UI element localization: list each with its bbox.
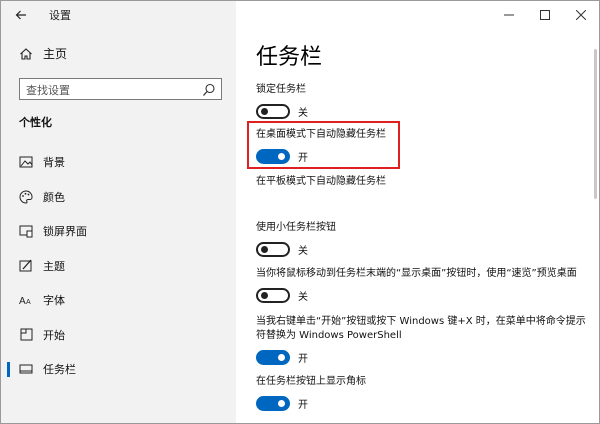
page-title: 任务栏 (256, 45, 323, 70)
sidebar-item-start[interactable]: 开始 (1, 318, 236, 353)
setting-label: 在平板模式下自动隐藏任务栏 (256, 176, 386, 187)
window-controls (491, 1, 599, 29)
svg-text:A: A (19, 296, 26, 306)
theme-icon (19, 259, 33, 273)
toggle-state-label: 关 (298, 108, 308, 119)
toggle-state-label: 开 (298, 400, 308, 411)
setting-small-buttons: 使用小任务栏按钮 关 (256, 221, 591, 257)
sidebar-item-label: 颜色 (43, 190, 65, 204)
section-title: 个性化 (19, 116, 52, 129)
back-button[interactable] (11, 5, 31, 25)
search-input[interactable] (24, 79, 203, 101)
setting-label: 当我右键单击“开始”按钮或按下 Windows 键+X 时，在菜单中将命令提示符… (256, 316, 586, 341)
sidebar-item-lock-screen[interactable]: 锁屏界面 (1, 214, 236, 249)
close-button[interactable] (563, 1, 599, 29)
main-content: 任务栏 锁定任务栏 关 在桌面模式下自动隐藏任务栏 开 在平板模式下自动隐藏任务… (236, 1, 599, 423)
toggle-state-label: 开 (298, 354, 308, 365)
search-icon[interactable] (202, 82, 216, 96)
titlebar: 设置 (1, 1, 236, 29)
toggle-state-label: 关 (298, 246, 308, 257)
start-icon (19, 328, 33, 342)
small-buttons-toggle[interactable] (256, 242, 290, 257)
home-icon (19, 47, 33, 61)
setting-badges: 在任务栏按钮上显示角标 开 (256, 375, 591, 411)
sidebar-item-label: 任务栏 (43, 363, 76, 377)
home-nav-item[interactable]: 主页 (19, 45, 67, 62)
sidebar-item-taskbar[interactable]: 任务栏 (1, 352, 236, 387)
powershell-toggle[interactable] (256, 350, 290, 365)
palette-icon (19, 190, 33, 204)
setting-label: 使用小任务栏按钮 (256, 222, 336, 233)
setting-label: 在任务栏按钮上显示角标 (256, 376, 366, 387)
highlight-box (247, 121, 400, 169)
image-icon (19, 155, 33, 169)
window-title: 设置 (49, 9, 71, 22)
sidebar-item-themes[interactable]: 主题 (1, 249, 236, 284)
font-icon: AA (19, 293, 33, 307)
maximize-icon (540, 10, 550, 20)
sidebar-item-label: 背景 (43, 156, 65, 170)
maximize-button[interactable] (527, 1, 563, 29)
minimize-button[interactable] (491, 1, 527, 29)
toggle-state-label: 关 (298, 292, 308, 303)
minimize-icon (504, 14, 514, 16)
lock-screen-icon (19, 224, 33, 238)
sidebar-item-fonts[interactable]: AA 字体 (1, 283, 236, 318)
sidebar-nav: 背景 颜色 锁屏界面 主题 A A 字体 开始 任务栏 (1, 145, 236, 387)
setting-label: 当你将鼠标移动到任务栏末端的“显示桌面”按钮时，使用“速览”预览桌面 (256, 268, 577, 279)
setting-powershell: 当我右键单击“开始”按钮或按下 Windows 键+X 时，在菜单中将命令提示符… (256, 315, 591, 365)
badges-toggle[interactable] (256, 396, 290, 411)
sidebar-item-label: 主题 (43, 259, 65, 273)
lock-taskbar-toggle[interactable] (256, 104, 290, 119)
setting-autohide-tablet: 在平板模式下自动隐藏任务栏 (256, 175, 591, 189)
setting-peek: 当你将鼠标移动到任务栏末端的“显示桌面”按钮时，使用“速览”预览桌面 关 (256, 267, 591, 303)
search-box[interactable] (19, 78, 222, 101)
home-label: 主页 (43, 47, 68, 61)
setting-lock-taskbar: 锁定任务栏 关 (256, 83, 591, 119)
close-icon (576, 10, 586, 20)
setting-label: 锁定任务栏 (256, 84, 306, 95)
taskbar-icon (19, 362, 33, 376)
sidebar-item-label: 字体 (43, 294, 65, 308)
sidebar-item-colors[interactable]: 颜色 (1, 180, 236, 215)
sidebar-item-label: 锁屏界面 (43, 225, 87, 239)
peek-toggle[interactable] (256, 288, 290, 303)
settings-window: 设置 主页 个性化 (0, 0, 600, 424)
back-arrow-icon (15, 10, 26, 20)
svg-text:A: A (26, 299, 31, 306)
scrollbar[interactable] (594, 49, 597, 199)
sidebar-item-background[interactable]: 背景 (1, 145, 236, 180)
sidebar: 设置 主页 个性化 (1, 1, 236, 423)
sidebar-item-label: 开始 (43, 328, 65, 342)
